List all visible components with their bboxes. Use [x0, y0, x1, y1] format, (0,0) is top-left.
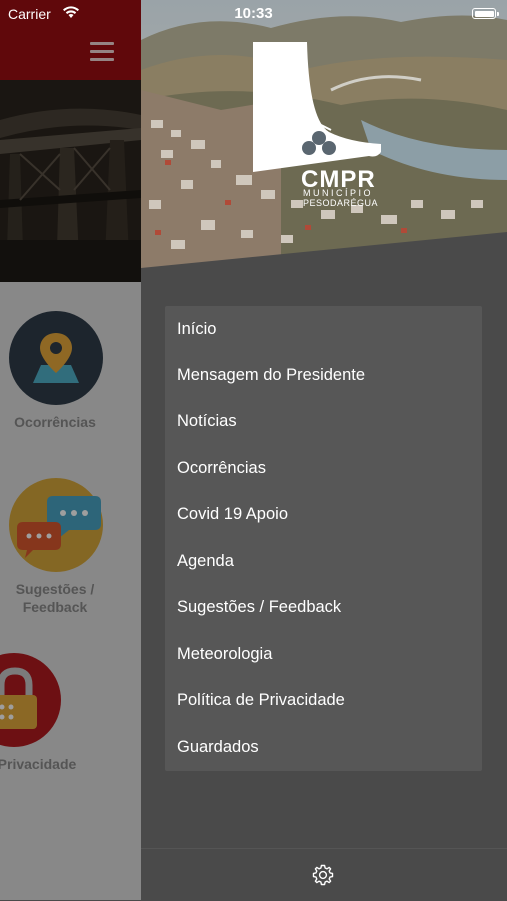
drawer-footer: [141, 848, 507, 901]
menu-item-sugestoes-feedback[interactable]: Sugestões / Feedback: [177, 598, 477, 638]
tile-circle: [9, 478, 103, 572]
hamburger-menu-icon[interactable]: [90, 42, 114, 62]
menu-item-inicio[interactable]: Início: [177, 320, 477, 360]
tile-circle: [0, 653, 61, 747]
menu-item-mensagem-presidente[interactable]: Mensagem do Presidente: [177, 366, 477, 406]
chat-bubbles-icon: [17, 496, 101, 558]
bridge-image: [0, 80, 141, 282]
side-drawer: CMPR MUNICÍPIO PESODARÉGUA Início Mensag…: [141, 0, 507, 901]
menu-item-agenda[interactable]: Agenda: [177, 552, 477, 592]
gear-icon[interactable]: [311, 863, 335, 887]
menu-item-covid-apoio[interactable]: Covid 19 Apoio: [177, 505, 477, 545]
tile-label: Ocorrências: [14, 414, 96, 430]
menu-item-meteorologia[interactable]: Meteorologia: [177, 645, 477, 685]
tile-label: e Privacidade: [0, 756, 77, 772]
menu-item-ocorrencias[interactable]: Ocorrências: [177, 459, 477, 499]
clock: 10:33: [234, 5, 273, 22]
hero-image-bridge: [0, 80, 141, 282]
logo-town-label: PESODARÉGUA: [303, 198, 379, 208]
status-bar: Carrier 10:33: [0, 0, 507, 28]
drawer-menu: Início Mensagem do Presidente Notícias O…: [165, 306, 482, 771]
logo-municipio-label: MUNICÍPIO: [303, 188, 374, 198]
tile-circle: [9, 311, 103, 405]
battery-icon: [472, 8, 499, 19]
menu-item-politica-privacidade[interactable]: Política de Privacidade: [177, 691, 477, 731]
menu-item-guardados[interactable]: Guardados: [177, 738, 477, 778]
drawer-header: CMPR MUNICÍPIO PESODARÉGUA: [141, 0, 507, 282]
main-app-behind-drawer[interactable]: Ocorrências Sugestões / Feedback e Priva…: [0, 0, 141, 900]
tile-label: Sugestões / Feedback: [15, 581, 95, 615]
menu-item-noticias[interactable]: Notícias: [177, 412, 477, 452]
map-pin-icon: [33, 333, 79, 383]
padlock-icon: [0, 667, 37, 729]
